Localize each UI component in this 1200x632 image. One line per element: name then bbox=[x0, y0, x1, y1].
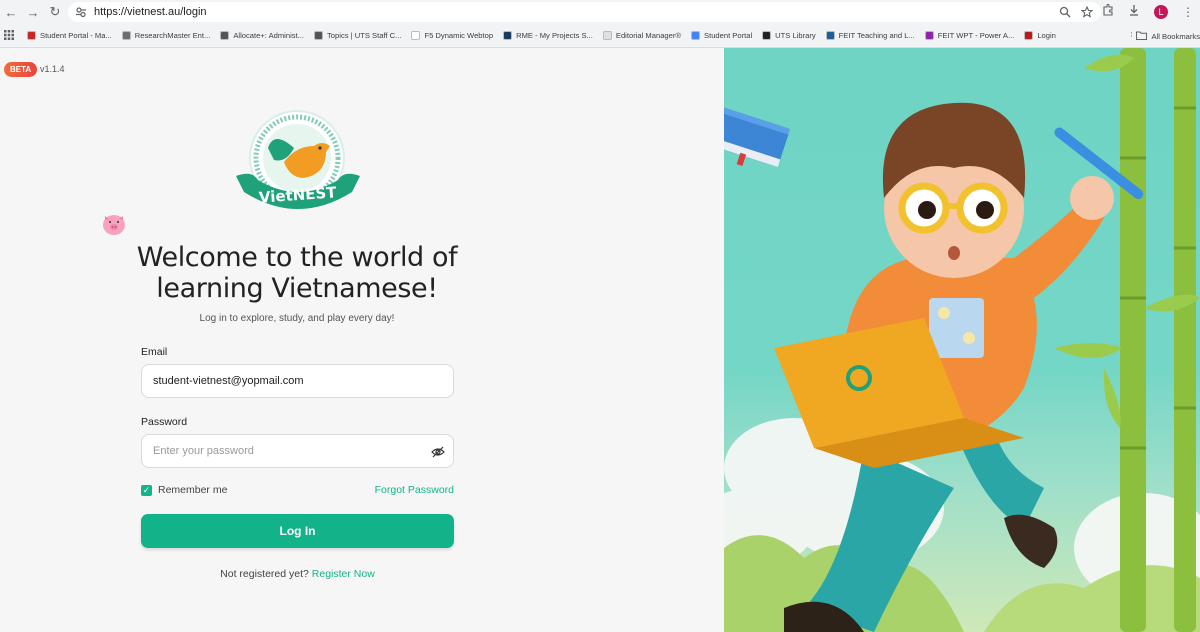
bookmark-item[interactable]: Allocate+: Administ... bbox=[215, 27, 309, 45]
apps-grid-icon[interactable] bbox=[4, 27, 14, 45]
extensions-icon[interactable] bbox=[1102, 3, 1114, 21]
bookmark-label: Allocate+: Administ... bbox=[233, 31, 305, 40]
downloads-icon[interactable] bbox=[1128, 3, 1140, 21]
login-page: BETA v1.1.4 VietNEST Welcome to the worl… bbox=[0, 48, 1200, 632]
bookmark-item[interactable]: Editorial Manager® bbox=[598, 27, 686, 45]
password-field[interactable]: Enter your password bbox=[141, 434, 454, 468]
welcome-heading-line2: learning Vietnamese! bbox=[156, 273, 438, 304]
all-bookmarks[interactable]: All Bookmarks bbox=[1132, 27, 1200, 45]
site-settings-icon[interactable] bbox=[74, 5, 88, 19]
bookmark-label: Editorial Manager® bbox=[615, 31, 682, 40]
password-placeholder: Enter your password bbox=[153, 445, 254, 457]
bookmark-item[interactable]: Topics | UTS Staff C... bbox=[309, 27, 406, 45]
bookmark-favicon-icon bbox=[924, 31, 934, 40]
bookmark-favicon-icon bbox=[411, 31, 421, 40]
bookmark-item[interactable]: FEIT WPT - Power A... bbox=[920, 27, 1020, 45]
url-text[interactable]: https://vietnest.au/login bbox=[94, 6, 207, 18]
email-field[interactable]: student-vietnest@yopmail.com bbox=[141, 364, 454, 398]
toggle-visibility-icon[interactable] bbox=[431, 445, 445, 459]
pig-sticker bbox=[100, 210, 128, 238]
reload-icon[interactable]: ↻ bbox=[44, 1, 66, 23]
bookmark-item[interactable]: RME - My Projects S... bbox=[498, 27, 598, 45]
bookmark-item[interactable]: Login bbox=[1019, 27, 1061, 45]
bookmarks-bar: Student Portal - Ma... ResearchMaster Ent… bbox=[0, 24, 1200, 48]
bookmark-favicon-icon bbox=[503, 31, 513, 40]
password-label: Password bbox=[141, 416, 188, 428]
bookmark-favicon-icon bbox=[27, 31, 36, 40]
bookmark-favicon-icon bbox=[762, 31, 772, 40]
forgot-password-link[interactable]: Forgot Password bbox=[375, 484, 454, 496]
bookmark-favicon-icon bbox=[602, 31, 612, 40]
bookmark-label: FEIT WPT - Power A... bbox=[937, 31, 1015, 40]
bookmark-item[interactable]: Student Portal bbox=[686, 27, 757, 45]
register-link[interactable]: Register Now bbox=[312, 568, 375, 580]
bookmark-label: F5 Dynamic Webtop bbox=[424, 31, 494, 40]
bookmark-label: UTS Library bbox=[775, 31, 816, 40]
remember-me[interactable]: ✓ Remember me bbox=[141, 484, 227, 496]
bookmark-label: FEIT Teaching and L... bbox=[838, 31, 915, 40]
back-icon[interactable]: ← bbox=[0, 1, 22, 23]
bookmark-item[interactable]: ResearchMaster Ent... bbox=[117, 27, 216, 45]
zoom-icon[interactable] bbox=[1059, 5, 1071, 23]
flying-book bbox=[724, 104, 791, 168]
menu-kebab-icon[interactable]: ⋮ bbox=[1182, 5, 1194, 19]
remember-label: Remember me bbox=[158, 484, 228, 496]
bookmark-item[interactable]: Student Portal - Ma... bbox=[22, 27, 117, 45]
welcome-heading: Welcome to the world of learning Vietnam… bbox=[122, 242, 472, 304]
address-bar[interactable]: https://vietnest.au/login bbox=[68, 2, 1101, 22]
bookmark-label: Login bbox=[1037, 31, 1056, 40]
bookmark-favicon-icon bbox=[825, 31, 835, 40]
register-prompt: Not registered yet? Register Now bbox=[141, 568, 454, 580]
bookmark-item[interactable]: F5 Dynamic Webtop bbox=[406, 27, 498, 45]
login-panel: BETA v1.1.4 VietNEST Welcome to the worl… bbox=[0, 48, 724, 632]
bookmark-label: Topics | UTS Staff C... bbox=[327, 31, 402, 40]
bookmark-favicon-icon bbox=[121, 31, 131, 40]
vietnest-logo: VietNEST bbox=[234, 108, 362, 220]
bookmark-label: ResearchMaster Ent... bbox=[134, 31, 211, 40]
bookmark-label: RME - My Projects S... bbox=[516, 31, 593, 40]
bookmark-favicon-icon bbox=[691, 31, 701, 40]
bookmark-label: Student Portal - Ma... bbox=[40, 31, 112, 40]
browser-toolbar: ← → ↻ https://vietnest.au/login L ⋮ bbox=[0, 0, 1200, 24]
bookmark-favicon-icon bbox=[220, 31, 230, 40]
not-registered-text: Not registered yet? bbox=[220, 568, 309, 580]
folder-icon bbox=[1136, 31, 1148, 42]
profile-avatar[interactable]: L bbox=[1154, 5, 1168, 19]
bookmark-label: Student Portal bbox=[704, 31, 753, 40]
email-label: Email bbox=[141, 346, 168, 358]
bookmark-item[interactable]: UTS Library bbox=[757, 27, 821, 45]
hero-illustration bbox=[724, 48, 1200, 632]
forward-icon[interactable]: → bbox=[22, 1, 44, 23]
beta-badge: BETA bbox=[4, 62, 38, 77]
email-value: student-vietnest@yopmail.com bbox=[153, 375, 304, 387]
bookmark-favicon-icon bbox=[1024, 31, 1034, 40]
bookmark-star-icon[interactable] bbox=[1080, 5, 1094, 23]
login-button[interactable]: Log In bbox=[141, 514, 454, 548]
remember-checkbox[interactable]: ✓ bbox=[141, 484, 152, 496]
bookmark-favicon-icon bbox=[314, 31, 324, 40]
welcome-heading-line1: Welcome to the world of bbox=[136, 242, 458, 273]
all-bookmarks-label: All Bookmarks bbox=[1151, 31, 1200, 41]
welcome-subtitle: Log in to explore, study, and play every… bbox=[199, 313, 395, 324]
version-label: v1.1.4 bbox=[40, 64, 65, 74]
bookmark-item[interactable]: FEIT Teaching and L... bbox=[821, 27, 920, 45]
